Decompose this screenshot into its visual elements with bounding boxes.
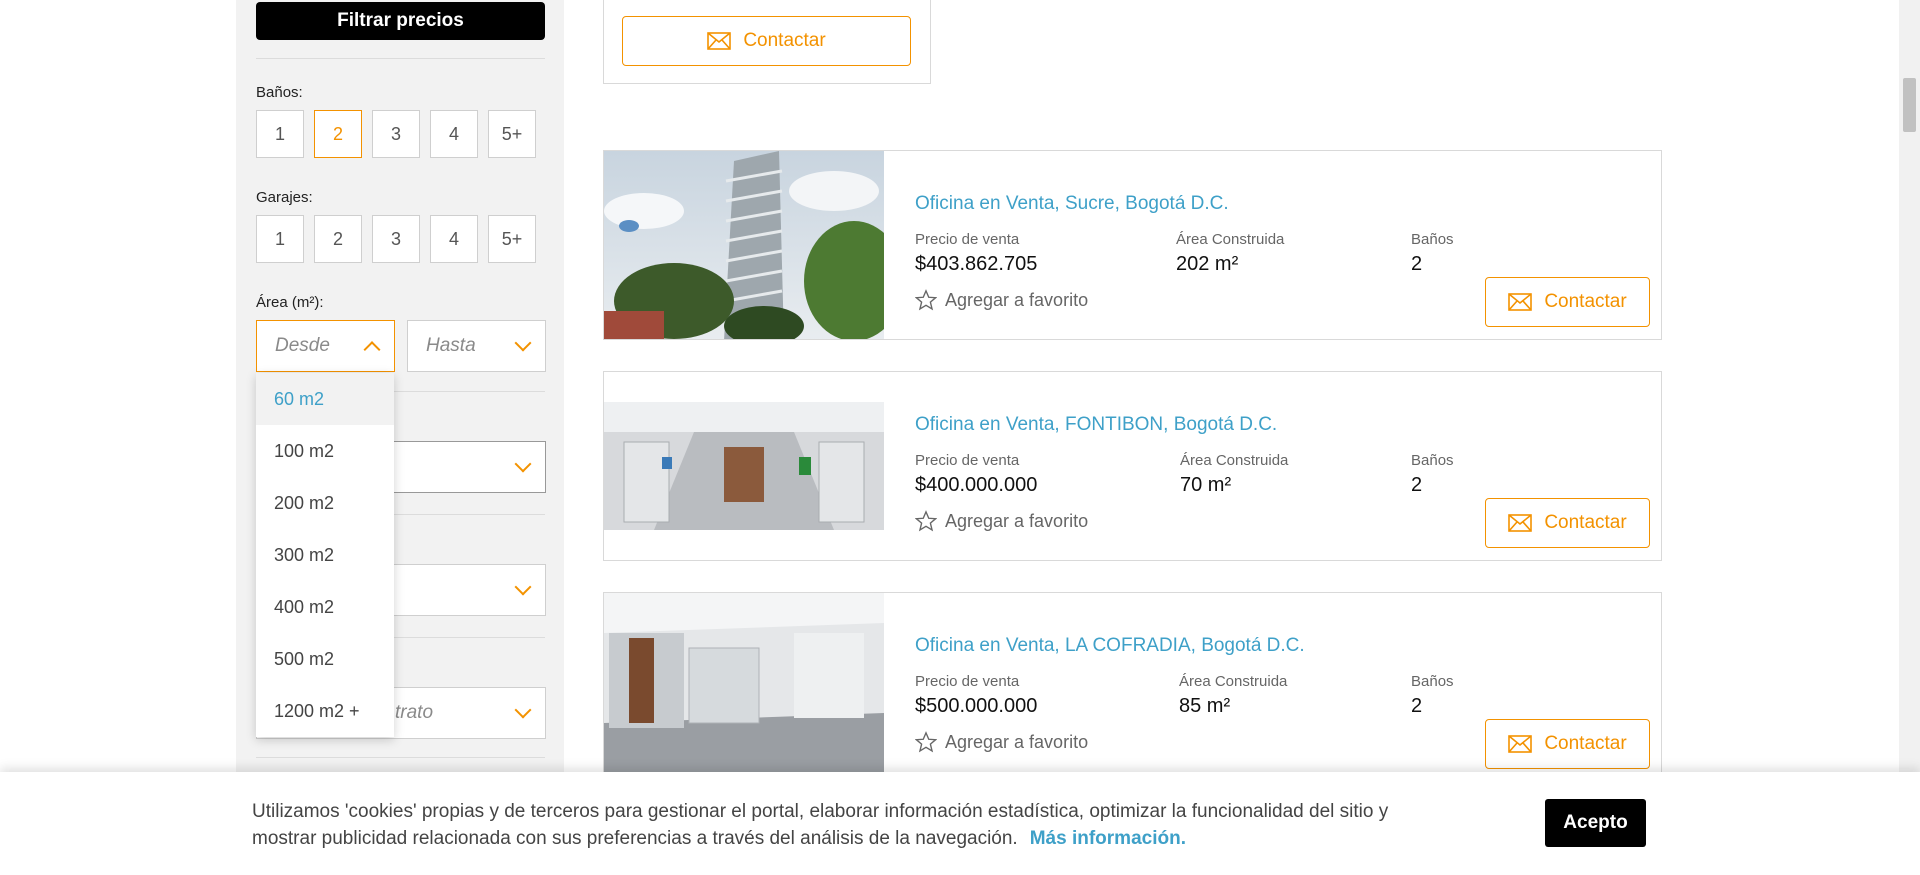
banos-option-5plus[interactable]: 5+ — [488, 110, 536, 158]
area-label: Área (m²): — [256, 294, 324, 311]
mail-icon — [707, 32, 732, 50]
star-icon — [915, 731, 937, 753]
contact-label: Contactar — [1544, 733, 1627, 754]
banos-option-2[interactable]: 2 — [314, 110, 362, 158]
price-value: $400.000.000 — [915, 474, 1038, 496]
banos-value: 2 — [1411, 253, 1423, 275]
contact-button[interactable]: Contactar — [1485, 498, 1650, 548]
area-from-dropdown: 60 m2 100 m2 200 m2 300 m2 400 m2 500 m2… — [256, 373, 394, 737]
listing-photo[interactable] — [604, 372, 884, 560]
cookie-text-block: Utilizamos 'cookies' propias y de tercer… — [252, 798, 1452, 852]
garajes-options: 1 2 3 4 5+ — [256, 215, 536, 263]
listing-photo[interactable] — [604, 593, 884, 781]
favorite-label: Agregar a favorito — [945, 510, 1089, 531]
area-built-value: 85 m² — [1179, 695, 1231, 717]
banos-label: Baños — [1411, 231, 1454, 248]
star-icon — [915, 289, 937, 311]
banos-option-1[interactable]: 1 — [256, 110, 304, 158]
garajes-option-1[interactable]: 1 — [256, 215, 304, 263]
area-to-placeholder: Hasta — [426, 335, 476, 356]
price-value: $403.862.705 — [915, 253, 1038, 275]
area-from-select[interactable]: Desde — [256, 320, 395, 372]
contact-label: Contactar — [1544, 512, 1627, 533]
price-label: Precio de venta — [915, 452, 1020, 469]
banos-option-4[interactable]: 4 — [430, 110, 478, 158]
garajes-option-2[interactable]: 2 — [314, 215, 362, 263]
contract-select-text: trato — [395, 702, 434, 723]
area-built-label: Área Construida — [1180, 452, 1289, 469]
listing-title[interactable]: Oficina en Venta, Sucre, Bogotá D.C. — [915, 193, 1229, 215]
area-option-200[interactable]: 200 m2 — [256, 477, 394, 529]
listing-card[interactable]: Oficina en Venta, Sucre, Bogotá D.C. Pre… — [603, 150, 1662, 340]
area-option-400[interactable]: 400 m2 — [256, 581, 394, 633]
building-photo-image — [604, 151, 884, 339]
star-icon — [915, 510, 937, 532]
listing-card[interactable]: Oficina en Venta, LA COFRADIA, Bogotá D.… — [603, 592, 1662, 782]
favorite-link[interactable]: Agregar a favorito — [915, 731, 1088, 753]
area-to-select[interactable]: Hasta — [407, 320, 546, 372]
banos-value: 2 — [1411, 695, 1423, 717]
chevron-down-icon — [514, 334, 532, 352]
listing-photo[interactable] — [604, 151, 884, 339]
listing-title[interactable]: Oficina en Venta, FONTIBON, Bogotá D.C. — [915, 414, 1277, 436]
more-info-link[interactable]: Más información. — [1030, 828, 1186, 849]
contact-label: Contactar — [743, 30, 826, 51]
area-option-1200plus[interactable]: 1200 m2 + — [256, 685, 394, 737]
cookie-message: Utilizamos 'cookies' propias y de tercer… — [252, 801, 1389, 849]
divider — [256, 58, 545, 59]
filter-prices-button[interactable]: Filtrar precios — [256, 2, 545, 40]
garajes-option-4[interactable]: 4 — [430, 215, 478, 263]
contact-button[interactable]: Contactar — [1485, 277, 1650, 327]
listing-card-partial: Contactar — [603, 0, 931, 84]
banos-value: 2 — [1411, 474, 1423, 496]
banos-label: Baños — [1411, 452, 1454, 469]
favorite-link[interactable]: Agregar a favorito — [915, 510, 1088, 532]
contact-button[interactable]: Contactar — [622, 16, 911, 66]
area-option-500[interactable]: 500 m2 — [256, 633, 394, 685]
price-value: $500.000.000 — [915, 695, 1038, 717]
area-built-label: Área Construida — [1176, 231, 1285, 248]
accept-cookies-button[interactable]: Acepto — [1545, 799, 1646, 847]
area-option-60[interactable]: 60 m2 — [256, 373, 394, 425]
area-built-value: 70 m² — [1180, 474, 1232, 496]
area-option-300[interactable]: 300 m2 — [256, 529, 394, 581]
garajes-option-5plus[interactable]: 5+ — [488, 215, 536, 263]
divider — [256, 757, 545, 758]
garajes-label: Garajes: — [256, 189, 313, 206]
mail-icon — [1508, 514, 1533, 532]
office-interior-image — [604, 372, 884, 560]
contact-button[interactable]: Contactar — [1485, 719, 1650, 769]
contact-label: Contactar — [1544, 291, 1627, 312]
banos-options: 1 2 3 4 5+ — [256, 110, 536, 158]
favorite-link[interactable]: Agregar a favorito — [915, 289, 1088, 311]
price-label: Precio de venta — [915, 231, 1020, 248]
favorite-label: Agregar a favorito — [945, 289, 1089, 310]
banos-label: Baños — [1411, 673, 1454, 690]
chevron-down-icon — [514, 455, 532, 473]
chevron-down-icon — [514, 578, 532, 596]
area-option-100[interactable]: 100 m2 — [256, 425, 394, 477]
garajes-option-3[interactable]: 3 — [372, 215, 420, 263]
scrollbar-thumb[interactable] — [1903, 78, 1916, 132]
area-built-value: 202 m² — [1176, 253, 1239, 275]
cookie-banner: Utilizamos 'cookies' propias y de tercer… — [0, 772, 1920, 875]
area-built-label: Área Construida — [1179, 673, 1288, 690]
mail-icon — [1508, 735, 1533, 753]
mail-icon — [1508, 293, 1533, 311]
listing-card[interactable]: Oficina en Venta, FONTIBON, Bogotá D.C. … — [603, 371, 1662, 561]
favorite-label: Agregar a favorito — [945, 731, 1089, 752]
office-room-image — [604, 593, 884, 781]
area-from-placeholder: Desde — [275, 335, 330, 356]
price-label: Precio de venta — [915, 673, 1020, 690]
chevron-up-icon — [363, 341, 381, 359]
banos-label: Baños: — [256, 84, 303, 101]
chevron-down-icon — [514, 701, 532, 719]
listing-title[interactable]: Oficina en Venta, LA COFRADIA, Bogotá D.… — [915, 635, 1305, 657]
banos-option-3[interactable]: 3 — [372, 110, 420, 158]
